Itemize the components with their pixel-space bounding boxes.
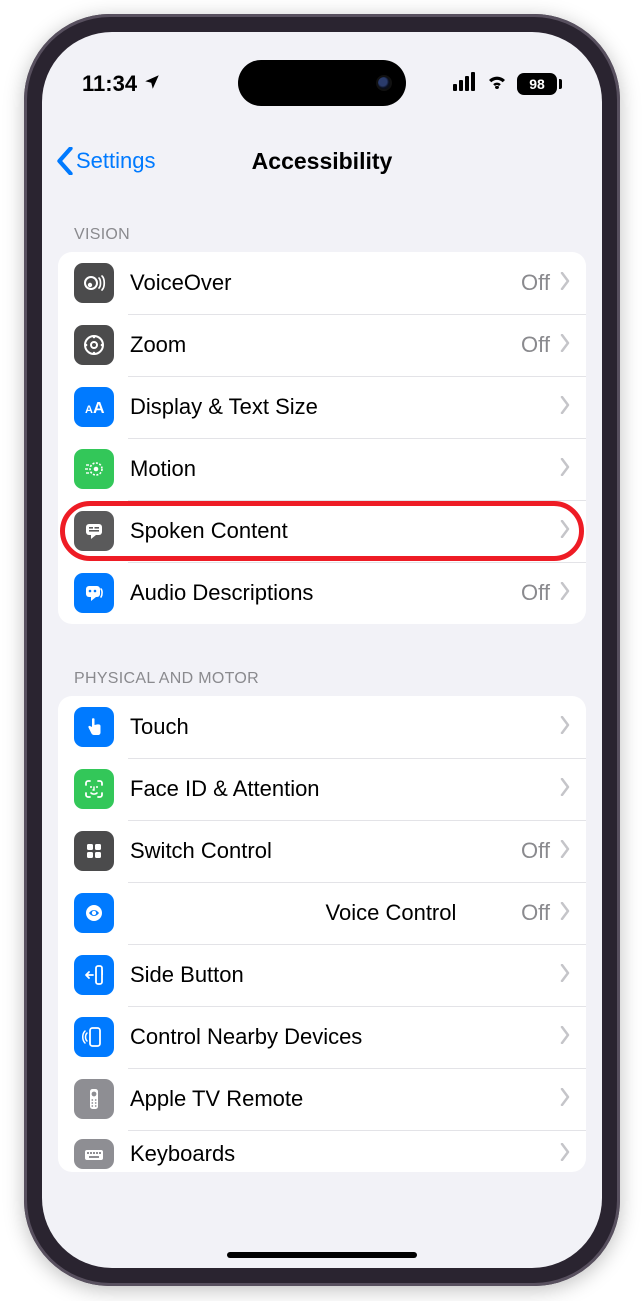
cellular-icon: [453, 71, 477, 97]
chevron-right-icon: [560, 582, 570, 605]
back-button[interactable]: Settings: [56, 132, 156, 190]
chevron-right-icon: [560, 778, 570, 801]
section-header-physical: PHYSICAL AND MOTOR: [42, 660, 602, 696]
text-size-icon: AA: [74, 387, 114, 427]
chevron-right-icon: [560, 964, 570, 987]
row-audio-descriptions[interactable]: Audio Descriptions Off: [58, 562, 586, 624]
row-value: Off: [521, 580, 550, 606]
chevron-right-icon: [560, 840, 570, 863]
screen: 11:34 98 Sett: [42, 32, 602, 1268]
section-header-vision: VISION: [42, 216, 602, 252]
row-touch[interactable]: Touch: [58, 696, 586, 758]
row-keyboards[interactable]: Keyboards: [58, 1130, 586, 1172]
row-value: Off: [521, 838, 550, 864]
row-side-button[interactable]: Side Button: [58, 944, 586, 1006]
row-label: Apple TV Remote: [130, 1086, 560, 1112]
row-label: Side Button: [130, 962, 560, 988]
row-label: VoiceOver: [130, 270, 521, 296]
voice-control-icon: [74, 893, 114, 933]
svg-text:A: A: [93, 400, 105, 417]
nearby-devices-icon: [74, 1017, 114, 1057]
chevron-right-icon: [560, 716, 570, 739]
chevron-right-icon: [560, 902, 570, 925]
row-value: Off: [521, 900, 550, 926]
row-value: Off: [521, 332, 550, 358]
row-label: Spoken Content: [130, 518, 560, 544]
row-value: Off: [521, 270, 550, 296]
touch-icon: [74, 707, 114, 747]
home-indicator[interactable]: [227, 1252, 417, 1258]
chevron-right-icon: [560, 1143, 570, 1166]
status-bar: 11:34 98: [42, 62, 602, 106]
row-voiceover[interactable]: VoiceOver Off: [58, 252, 586, 314]
switch-control-icon: [74, 831, 114, 871]
row-label: Voice Control: [326, 900, 522, 926]
chevron-right-icon: [560, 1026, 570, 1049]
row-label: Touch: [130, 714, 560, 740]
row-motion[interactable]: Motion: [58, 438, 586, 500]
location-icon: [143, 71, 161, 97]
chevron-right-icon: [560, 458, 570, 481]
keyboards-icon: [74, 1139, 114, 1169]
row-label: Face ID & Attention: [130, 776, 560, 802]
apple-tv-remote-icon: [74, 1079, 114, 1119]
face-id-icon: [74, 769, 114, 809]
row-control-nearby-devices[interactable]: Control Nearby Devices: [58, 1006, 586, 1068]
settings-content[interactable]: VISION VoiceOver Off Zoom Off: [42, 192, 602, 1268]
chevron-right-icon: [560, 334, 570, 357]
status-time: 11:34: [82, 71, 137, 97]
row-label: Audio Descriptions: [130, 580, 521, 606]
chevron-right-icon: [560, 520, 570, 543]
chevron-right-icon: [560, 1088, 570, 1111]
row-apple-tv-remote[interactable]: Apple TV Remote: [58, 1068, 586, 1130]
side-button-icon: [74, 955, 114, 995]
group-vision: VoiceOver Off Zoom Off AA Displ: [58, 252, 586, 624]
row-face-id[interactable]: Face ID & Attention: [58, 758, 586, 820]
row-label: Switch Control: [130, 838, 521, 864]
row-switch-control[interactable]: Switch Control Off: [58, 820, 586, 882]
wifi-icon: [485, 71, 509, 97]
motion-icon: [74, 449, 114, 489]
row-label: Display & Text Size: [130, 394, 560, 420]
spoken-content-icon: [74, 511, 114, 551]
chevron-right-icon: [560, 396, 570, 419]
audio-descriptions-icon: [74, 573, 114, 613]
zoom-icon: [74, 325, 114, 365]
group-physical: Touch Face ID & Attention Switch Control: [58, 696, 586, 1172]
row-zoom[interactable]: Zoom Off: [58, 314, 586, 376]
phone-frame: 11:34 98 Sett: [24, 14, 620, 1286]
page-title: Accessibility: [252, 148, 393, 175]
row-label: Motion: [130, 456, 560, 482]
row-label: Keyboards: [130, 1141, 560, 1167]
row-label: Zoom: [130, 332, 521, 358]
row-spoken-content[interactable]: Spoken Content: [58, 500, 586, 562]
nav-bar: Settings Accessibility: [42, 132, 602, 190]
battery-indicator: 98: [517, 73, 562, 95]
battery-level: 98: [517, 73, 557, 95]
row-voice-control[interactable]: Voice Control Off: [58, 882, 586, 944]
voiceover-icon: [74, 263, 114, 303]
row-label: Control Nearby Devices: [130, 1024, 560, 1050]
svg-text:A: A: [85, 404, 93, 416]
row-display-text-size[interactable]: AA Display & Text Size: [58, 376, 586, 438]
back-label: Settings: [76, 148, 156, 174]
chevron-right-icon: [560, 272, 570, 295]
